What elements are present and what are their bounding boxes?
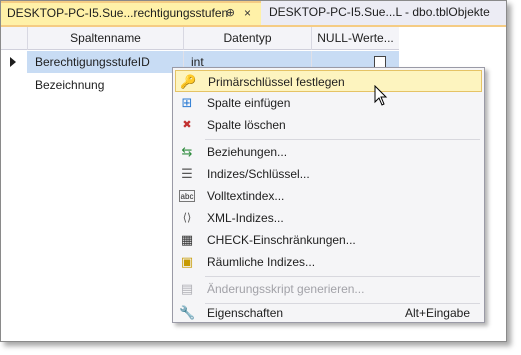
pin-icon[interactable]: ⊕	[226, 3, 235, 23]
header-datentyp[interactable]: Datentyp	[183, 27, 311, 50]
current-row-arrow-icon	[10, 57, 16, 67]
menu-item-insert-column[interactable]: ⊞ Spalte einfügen	[175, 92, 482, 114]
menu-item-label: Primärschlüssel festlegen	[208, 75, 345, 89]
fulltext-icon: abc	[179, 190, 195, 202]
indexes-icon: ☰	[181, 166, 193, 181]
menu-item-fulltext-index[interactable]: abc Volltextindex...	[175, 185, 482, 207]
menu-item-generate-script: ▤ Änderungsskript generieren...	[175, 278, 482, 300]
document-tab-bar: DESKTOP-PC-I5.Sue...rechtigungsstufen ⊕ …	[1, 1, 506, 25]
row-selector[interactable]	[1, 51, 27, 73]
mouse-pointer-icon	[374, 85, 388, 106]
menu-separator	[205, 139, 480, 140]
menu-item-label: CHECK-Einschränkungen...	[207, 233, 356, 247]
menu-item-label: Beziehungen...	[207, 145, 288, 159]
column-name-cell[interactable]: BerechtigungsstufeID	[27, 51, 183, 73]
tab-berechtigungsstufen[interactable]: DESKTOP-PC-I5.Sue...rechtigungsstufen ⊕ …	[1, 1, 261, 25]
insert-column-icon: ⊞	[181, 95, 193, 110]
wrench-icon: 🔧	[179, 305, 196, 320]
context-menu: 🔑 Primärschlüssel festlegen ⊞ Spalte ein…	[172, 67, 485, 323]
check-constraints-icon: ▦	[180, 232, 194, 247]
tab-title: DESKTOP-PC-I5.Sue...rechtigungsstufen	[7, 6, 229, 20]
relationships-icon: ⇆	[181, 144, 193, 159]
menu-item-label: Volltextindex...	[207, 189, 285, 203]
row-selector[interactable]	[1, 74, 27, 96]
close-icon[interactable]: ×	[244, 3, 251, 23]
tab-tblobjekte[interactable]: DESKTOP-PC-I5.Sue...L - dbo.tblObjekte	[263, 1, 506, 25]
menu-item-shortcut: Alt+Eingabe	[404, 306, 470, 320]
menu-item-label: Spalte einfügen	[207, 96, 291, 110]
menu-item-label: Änderungsskript generieren...	[207, 282, 365, 296]
menu-item-primary-key[interactable]: 🔑 Primärschlüssel festlegen	[175, 70, 482, 92]
menu-item-label: XML-Indizes...	[207, 211, 284, 225]
table-designer-window: DESKTOP-PC-I5.Sue...rechtigungsstufen ⊕ …	[0, 0, 507, 342]
tab-title: DESKTOP-PC-I5.Sue...L - dbo.tblObjekte	[269, 5, 490, 19]
menu-item-label: Räumliche Indizes...	[207, 255, 316, 269]
xml-icon: ⟨⟩	[182, 212, 192, 224]
menu-item-properties[interactable]: 🔧 Eigenschaften Alt+Eingabe	[175, 304, 482, 322]
header-spaltenname[interactable]: Spaltenname	[27, 27, 183, 50]
delete-column-icon: ✖	[182, 119, 192, 131]
spatial-index-icon: ▣	[180, 254, 194, 269]
menu-separator	[205, 276, 480, 277]
menu-item-indexes-keys[interactable]: ☰ Indizes/Schlüssel...	[175, 163, 482, 185]
menu-item-xml-indexes[interactable]: ⟨⟩ XML-Indizes...	[175, 207, 482, 229]
column-name-cell[interactable]: Bezeichnung	[27, 74, 183, 96]
menu-item-label: Eigenschaften	[207, 306, 284, 320]
header-null-werte[interactable]: NULL-Werte...	[311, 27, 399, 50]
menu-item-label: Indizes/Schlüssel...	[207, 167, 310, 181]
grid-header: Spaltenname Datentyp NULL-Werte...	[1, 27, 399, 50]
menu-item-spatial-indexes[interactable]: ▣ Räumliche Indizes...	[175, 251, 482, 273]
script-icon: ▤	[180, 281, 194, 296]
key-icon: 🔑	[180, 74, 197, 89]
menu-item-label: Spalte löschen	[207, 118, 286, 132]
menu-item-check-constraints[interactable]: ▦ CHECK-Einschränkungen...	[175, 229, 482, 251]
menu-item-relationships[interactable]: ⇆ Beziehungen...	[175, 141, 482, 163]
menu-item-delete-column[interactable]: ✖ Spalte löschen	[175, 114, 482, 136]
